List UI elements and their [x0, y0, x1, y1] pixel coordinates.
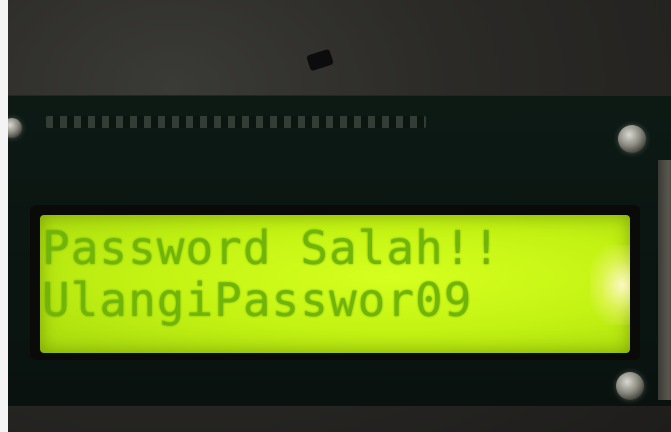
- screw-bottom-right: [616, 372, 644, 400]
- photo: [8, 0, 671, 432]
- cable: [658, 160, 671, 400]
- wall-mark: [306, 48, 334, 72]
- header-pins: [46, 116, 426, 128]
- screw-top-right: [618, 125, 646, 153]
- lcd-line-1: Password Salah!!: [42, 221, 502, 275]
- backlight-glow: [590, 245, 630, 325]
- lcd-line-2: UlangiPasswor09: [42, 273, 473, 327]
